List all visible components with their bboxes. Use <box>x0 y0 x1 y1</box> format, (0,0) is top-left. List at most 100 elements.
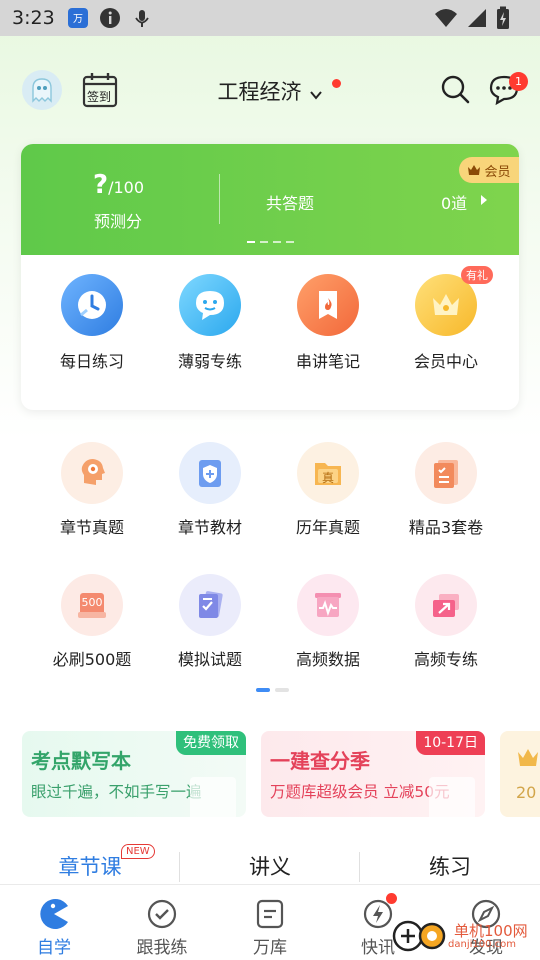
quick-daily-practice[interactable]: 每日练习 <box>33 274 151 372</box>
banner-subtitle: 万题库超级会员 立减50元 <box>270 783 450 801</box>
score-total: /100 <box>108 178 145 197</box>
tab-label: 章节课 <box>58 855 122 879</box>
banner-title: 一建查分季 <box>270 749 370 773</box>
play-arrow-icon <box>481 195 487 205</box>
check-circle-icon <box>145 897 179 931</box>
title-notification-dot <box>332 79 341 88</box>
shield-book-icon <box>179 442 241 504</box>
watermark-logo-icon <box>392 920 446 952</box>
tab-handouts[interactable]: 讲义 <box>180 848 360 886</box>
badge-500-icon: 500 <box>61 574 123 636</box>
score-value: ? <box>93 170 109 200</box>
grid-chapter-exam[interactable]: 章节真题 <box>33 442 151 538</box>
banner-partial[interactable]: 20 <box>500 731 540 817</box>
grid-label: 高频数据 <box>295 650 360 669</box>
battery-icon <box>497 6 509 29</box>
banner-text: 20 <box>516 783 537 802</box>
quick-label: 薄弱专练 <box>177 352 242 371</box>
banner-title: 考点默写本 <box>31 749 131 773</box>
function-grid: 章节真题 章节教材 真 历年真题 精品3套卷 500 必刷500题 模拟试题 高… <box>0 442 540 706</box>
grid-mock-exam[interactable]: 模拟试题 <box>151 574 269 670</box>
score-panel[interactable]: ?/100 预测分 共答题 0道 会员 <box>21 144 519 255</box>
grid-label: 章节教材 <box>177 518 242 537</box>
chat-bubble-icon <box>179 274 241 336</box>
answered-label: 共答题 <box>266 194 315 213</box>
clock-check-icon <box>61 274 123 336</box>
gift-badge: 有礼 <box>461 266 493 284</box>
quick-lecture-notes[interactable]: 串讲笔记 <box>269 274 387 372</box>
banner-notebook[interactable]: 考点默写本 眼过千遍，不如手写一遍 免费领取 <box>22 731 246 817</box>
chevron-down-icon <box>309 90 322 100</box>
watermark-text: 单机100网 danji100.com <box>448 923 528 950</box>
header: 签到 工程经济 1 <box>0 66 540 114</box>
banner-score-season[interactable]: 一建查分季 万题库超级会员 立减50元 10-17日 <box>261 731 485 817</box>
search-icon[interactable] <box>440 74 470 104</box>
grid-label: 模拟试题 <box>177 650 242 669</box>
watermark-name: 单机100网 <box>454 921 528 940</box>
grid-label: 必刷500题 <box>52 650 132 669</box>
nav-library[interactable]: 万库 <box>216 885 324 960</box>
grid-premium-papers[interactable]: 精品3套卷 <box>387 442 505 538</box>
message-count-badge: 1 <box>509 72 528 91</box>
grid-high-freq-practice[interactable]: 高频专练 <box>387 574 505 670</box>
nav-label: 跟我练 <box>136 938 188 958</box>
microphone-icon <box>131 7 153 29</box>
panel-divider <box>219 174 220 224</box>
grid-label: 历年真题 <box>295 518 360 537</box>
banner-decoration <box>190 777 236 817</box>
tab-practice[interactable]: 练习 <box>360 848 540 886</box>
status-indicators <box>434 6 510 30</box>
grid-must-do-500[interactable]: 500 必刷500题 <box>33 574 151 670</box>
quick-actions: 每日练习 薄弱专练 串讲笔记 有礼 会员中心 <box>21 266 519 372</box>
page-title: 工程经济 <box>217 80 302 104</box>
nav-label: 万库 <box>253 938 287 958</box>
nav-self-study[interactable]: 自学 <box>0 885 108 960</box>
grid-chapter-textbook[interactable]: 章节教材 <box>151 442 269 538</box>
grid-past-exams[interactable]: 真 历年真题 <box>269 442 387 538</box>
quick-label: 串讲笔记 <box>295 352 360 371</box>
library-icon <box>253 897 287 931</box>
grid-label: 精品3套卷 <box>408 518 484 537</box>
banner-decoration <box>429 777 475 817</box>
tab-label: 讲义 <box>249 855 291 879</box>
panel-pager <box>247 241 294 243</box>
app-notification-icon: 万 <box>67 7 89 29</box>
study-summary-card: ?/100 预测分 共答题 0道 会员 每日练习 薄弱专练 串讲笔记 有礼 会员… <box>21 144 519 410</box>
vip-label: 会员 <box>484 164 511 180</box>
grid-label: 章节真题 <box>59 518 124 537</box>
checklist-icon <box>179 574 241 636</box>
badge-glyph: 500 <box>81 595 103 609</box>
crown-icon <box>518 749 538 766</box>
folder-zhen-icon: 真 <box>297 442 359 504</box>
doc-stack-icon <box>415 442 477 504</box>
quick-member-center[interactable]: 有礼 会员中心 <box>387 266 505 372</box>
answered-value: 0道 <box>441 194 468 213</box>
svg-text:万: 万 <box>73 14 83 25</box>
quick-label: 每日练习 <box>59 352 124 371</box>
tab-chapter-course[interactable]: 章节课 NEW <box>0 844 180 886</box>
grid-label: 高频专练 <box>413 650 478 669</box>
nav-label: 自学 <box>37 938 71 958</box>
wifi-icon <box>435 9 457 27</box>
watermark-url: danji100.com <box>448 938 516 950</box>
tab-label: 练习 <box>429 855 471 879</box>
info-icon <box>99 7 121 29</box>
grid-high-freq-data[interactable]: 高频数据 <box>269 574 387 670</box>
score-label: 预测分 <box>94 212 143 231</box>
predicted-score: ?/100 <box>93 170 144 200</box>
crown-small-icon <box>468 165 481 175</box>
banner-tag: 免费领取 <box>176 731 246 755</box>
quick-weak-practice[interactable]: 薄弱专练 <box>151 274 269 372</box>
gear-head-icon <box>61 442 123 504</box>
status-bar: 3:23 万 <box>0 0 540 36</box>
grid-pager <box>256 688 289 692</box>
folder-glyph: 真 <box>321 470 334 485</box>
nav-follow-practice[interactable]: 跟我练 <box>108 885 216 960</box>
banner-tag: 10-17日 <box>416 731 485 755</box>
news-notification-dot <box>386 893 397 904</box>
signal-icon <box>468 9 486 27</box>
arrow-card-icon <box>415 574 477 636</box>
vip-tag[interactable]: 会员 <box>459 157 519 183</box>
pacman-icon <box>37 897 71 931</box>
quick-label: 会员中心 <box>413 352 478 371</box>
